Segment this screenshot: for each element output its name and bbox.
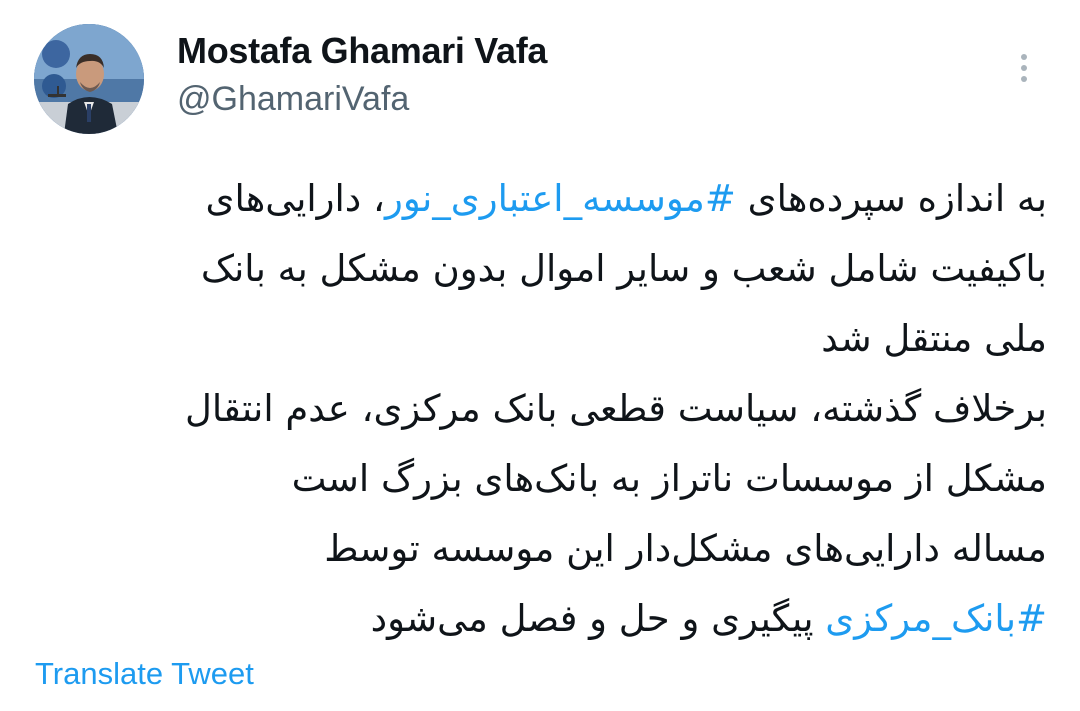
- tweet-card: Mostafa Ghamari Vafa @GhamariVafa به اند…: [0, 0, 1080, 711]
- tweet-text-segment: باکیفیت شامل شعب و سایر اموال بدون مشکل …: [200, 247, 1047, 290]
- author-name[interactable]: Mostafa Ghamari Vafa: [177, 30, 547, 72]
- tweet-text-segment: مساله دارایی‌های مشکل‌دار این موسسه توسط: [324, 527, 1047, 570]
- translate-tweet-link[interactable]: Translate Tweet: [35, 656, 254, 692]
- tweet-text-segment: پیگیری و حل و فصل می‌شود: [370, 597, 826, 640]
- tweet-line: مشکل از موسسات ناتراز به بانک‌های بزرگ ا…: [40, 444, 1047, 514]
- avatar-image: [34, 24, 144, 134]
- avatar[interactable]: [34, 24, 144, 134]
- tweet-line: #بانک_مرکزی پیگیری و حل و فصل می‌شود: [40, 584, 1047, 654]
- author-handle[interactable]: @GhamariVafa: [177, 80, 409, 119]
- more-vertical-icon-dot: [1021, 76, 1027, 82]
- tweet-text-segment: مشکل از موسسات ناتراز به بانک‌های بزرگ ا…: [291, 457, 1047, 500]
- tweet-text-segment: ملی منتقل شد: [821, 317, 1047, 360]
- hashtag-link[interactable]: #بانک_مرکزی: [825, 597, 1047, 640]
- tweet-text-segment: به اندازه سپرده‌های: [735, 177, 1047, 220]
- tweet-line: باکیفیت شامل شعب و سایر اموال بدون مشکل …: [40, 234, 1047, 304]
- tweet-text: به اندازه سپرده‌های #موسسه_اعتباری_نور، …: [40, 164, 1047, 654]
- tweet-line: ملی منتقل شد: [40, 304, 1047, 374]
- tweet-line: برخلاف گذشته، سیاست قطعی بانک مرکزی، عدم…: [40, 374, 1047, 444]
- more-vertical-icon: [1021, 54, 1027, 60]
- more-options-button[interactable]: [1006, 46, 1042, 90]
- more-vertical-icon-dot: [1021, 65, 1027, 71]
- tweet-text-segment: برخلاف گذشته، سیاست قطعی بانک مرکزی، عدم…: [184, 387, 1047, 430]
- tweet-text-segment: ، دارایی‌های: [205, 177, 386, 220]
- tweet-line: به اندازه سپرده‌های #موسسه_اعتباری_نور، …: [40, 164, 1048, 234]
- tweet-line: مساله دارایی‌های مشکل‌دار این موسسه توسط: [40, 514, 1047, 584]
- hashtag-link[interactable]: #موسسه_اعتباری_نور: [385, 177, 736, 220]
